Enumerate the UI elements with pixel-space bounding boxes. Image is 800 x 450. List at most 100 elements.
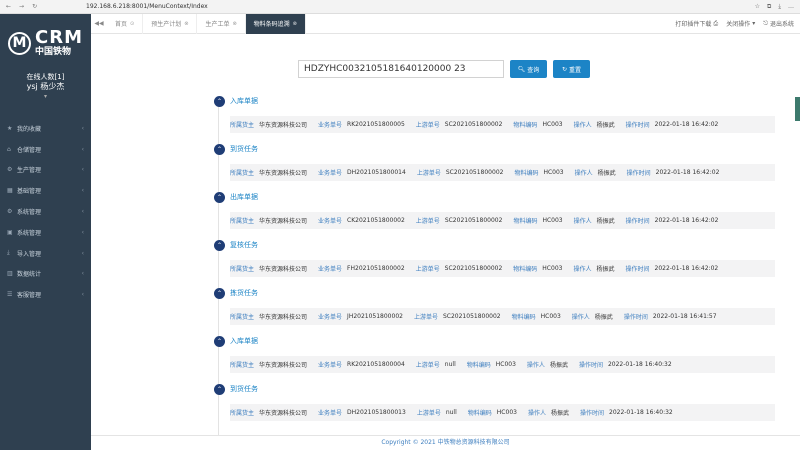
chevron-left-icon: ‹ [81, 249, 84, 257]
sidebar-item-label: 系统管理 [17, 229, 42, 237]
tab-home[interactable]: 首页 ⊙ [107, 13, 144, 34]
timeline-title: 入库单据 [230, 97, 258, 105]
top-actions: 打印插件下载 ⎙ 关闭操作 ▾ ⎋ 退出系统 [675, 19, 800, 29]
sidebar-item-customer-service[interactable]: ☰ 客服管理 ‹ [0, 284, 91, 305]
detail-value-supplier: 华东资源科技公司 [259, 122, 308, 129]
chevron-up-icon[interactable]: ⌃ [214, 144, 225, 155]
collections-icon[interactable]: ⧉ [767, 3, 771, 11]
address-bar[interactable]: 192.168.6.218:8001/MenuContext/Index [80, 2, 670, 12]
detail-key-supplier: 所属货主 [230, 170, 255, 177]
detail-value-op-time: 2022-01-18 16:40:32 [607, 361, 672, 368]
barcode-search-input[interactable]: HDZYHC0032105181640120000 23 [298, 60, 504, 78]
tab-label: 预生产计划 [151, 21, 182, 28]
detail-value-op-time: 2022-01-18 16:41:57 [652, 313, 717, 320]
chevron-left-icon: ‹ [81, 228, 84, 236]
browser-nav: ← → ↻ [0, 3, 80, 10]
detail-key-op-time: 操作时间 [579, 410, 604, 417]
detail-key-operator: 操作人 [573, 266, 592, 273]
browser-tools: ☆ ⧉ ⤓ … [670, 3, 800, 11]
sidebar-item-label: 导入管理 [17, 250, 42, 258]
timeline-title: 出库单据 [230, 193, 258, 201]
sidebar-item-statistics[interactable]: ▥ 数据统计 ‹ [0, 264, 91, 285]
refresh-icon[interactable]: ↻ [32, 3, 37, 10]
detail-key-operator: 操作人 [571, 314, 590, 321]
side-scroll-handle[interactable] [795, 97, 800, 121]
chevron-left-icon: ‹ [81, 187, 84, 195]
favorite-icon[interactable]: ☆ [755, 3, 760, 11]
timeline-detail-row: 所属货主 华东资源科技公司 业务单号 FH2021051800002 上游单号 SC202… [230, 260, 775, 277]
sidebar-item-basic[interactable]: ▦ 基础管理 ‹ [0, 180, 91, 201]
detail-value-supplier: 华东资源科技公司 [259, 410, 308, 417]
user-caret-icon[interactable]: ▾ [0, 92, 91, 102]
chevron-up-icon[interactable]: ⌃ [214, 384, 225, 395]
timeline-title: 复核任务 [230, 241, 258, 249]
detail-value-upstream-no: null [445, 409, 457, 416]
sidebar-item-label: 系统管理 [17, 209, 42, 217]
detail-value-op-time: 2022-01-18 16:42:02 [655, 169, 720, 176]
tab-material-trace[interactable]: 物料条码追溯 ⊗ [245, 13, 306, 34]
sidebar-item-label: 数据统计 [17, 271, 42, 279]
sidebar-item-production[interactable]: ⚙ 生产管理 ‹ [0, 160, 91, 181]
logo-brand: CRM [35, 26, 83, 48]
logo-subtitle: 中国铁物 [35, 46, 72, 57]
detail-key-supplier: 所属货主 [230, 362, 255, 369]
query-button[interactable]: 🔍︎ 查询 [510, 60, 547, 78]
detail-value-operator: 杨振武 [549, 362, 568, 369]
close-operations-button[interactable]: 关闭操作 ▾ [726, 19, 755, 28]
chevron-up-icon[interactable]: ⌃ [214, 336, 225, 347]
tab-scroll-left-icon[interactable]: ◀◀ [91, 20, 107, 27]
main-content: HDZYHC0032105181640120000 23 🔍︎ 查询 ↻ 重置 … [91, 34, 800, 450]
detail-key-upstream-no: 上游单号 [415, 218, 440, 225]
chevron-up-icon[interactable]: ⌃ [214, 288, 225, 299]
reset-button[interactable]: ↻ 重置 [553, 60, 590, 78]
more-icon[interactable]: … [788, 3, 794, 11]
detail-value-supplier: 华东资源科技公司 [259, 170, 308, 177]
user-name[interactable]: ysj 杨少杰 [0, 82, 91, 92]
chevron-up-icon[interactable]: ⌃ [214, 96, 225, 107]
sidebar-item-import[interactable]: ⤓ 导入管理 ‹ [0, 243, 91, 264]
sidebar-item-system-2[interactable]: ▣ 系统管理 ‹ [0, 222, 91, 243]
sidebar-item-system[interactable]: ⚙ 系统管理 ‹ [0, 201, 91, 222]
production-icon: ⚙ [7, 166, 13, 174]
search-icon: 🔍︎ [517, 65, 526, 73]
detail-key-upstream-no: 上游单号 [416, 170, 441, 177]
detail-value-operator: 杨振武 [596, 122, 615, 129]
logout-button[interactable]: ⎋ 退出系统 [763, 19, 794, 29]
detail-value-operator: 杨振武 [550, 410, 569, 417]
print-plugin-download-button[interactable]: 打印插件下载 ⎙ [675, 19, 718, 29]
timeline-title: 拣货任务 [230, 289, 258, 297]
sidebar-item-label: 我的收藏 [17, 125, 42, 133]
detail-key-business-no: 业务单号 [318, 266, 343, 273]
list-icon: ☰ [7, 291, 13, 299]
sidebar-item-label: 生产管理 [17, 167, 42, 175]
online-count: 在线人数[1] [26, 73, 65, 81]
detail-key-operator: 操作人 [573, 122, 592, 129]
tab-pre-production-plan[interactable]: 预生产计划 ⊗ [143, 13, 198, 34]
detail-value-upstream-no: SC2021051800002 [444, 121, 503, 128]
close-icon[interactable]: ⊗ [184, 21, 188, 27]
chevron-up-icon[interactable]: ⌃ [214, 192, 225, 203]
detail-value-business-no: DH2021051800014 [347, 169, 406, 176]
forward-icon[interactable]: → [19, 3, 24, 10]
detail-value-business-no: JH2021051800002 [347, 313, 403, 320]
sidebar-item-warehouse[interactable]: ⌂ 仓储管理 ‹ [0, 139, 91, 160]
detail-key-material-code: 物料编码 [466, 362, 491, 369]
home-icon: ⌂ [7, 145, 11, 153]
detail-key-material-code: 物料编码 [513, 122, 538, 129]
detail-value-business-no: RK2021051800005 [347, 121, 405, 128]
detail-key-upstream-no: 上游单号 [415, 266, 440, 273]
detail-key-supplier: 所属货主 [230, 314, 255, 321]
chevron-up-icon[interactable]: ⌃ [214, 240, 225, 251]
sidebar-item-favorites[interactable]: ★ 我的收藏 ‹ [0, 118, 91, 139]
logout-label: 退出系统 [769, 21, 794, 28]
tab-work-order[interactable]: 生产工单 ⊗ [197, 13, 246, 34]
sidebar-item-label: 基础管理 [17, 188, 42, 196]
close-icon[interactable]: ⊗ [232, 21, 236, 27]
download-icon[interactable]: ⤓ [778, 3, 781, 11]
back-icon[interactable]: ← [6, 3, 11, 10]
close-icon[interactable]: ⊗ [293, 21, 297, 27]
browser-toolbar: ← → ↻ 192.168.6.218:8001/MenuContext/Ind… [0, 0, 800, 14]
detail-value-business-no: FH2021051800002 [347, 265, 405, 272]
timeline-detail-row: 所属货主 华东资源科技公司 业务单号 DH2021051800014 上游单号 SC202… [230, 164, 775, 181]
print-plugin-label: 打印插件下载 [675, 21, 712, 28]
